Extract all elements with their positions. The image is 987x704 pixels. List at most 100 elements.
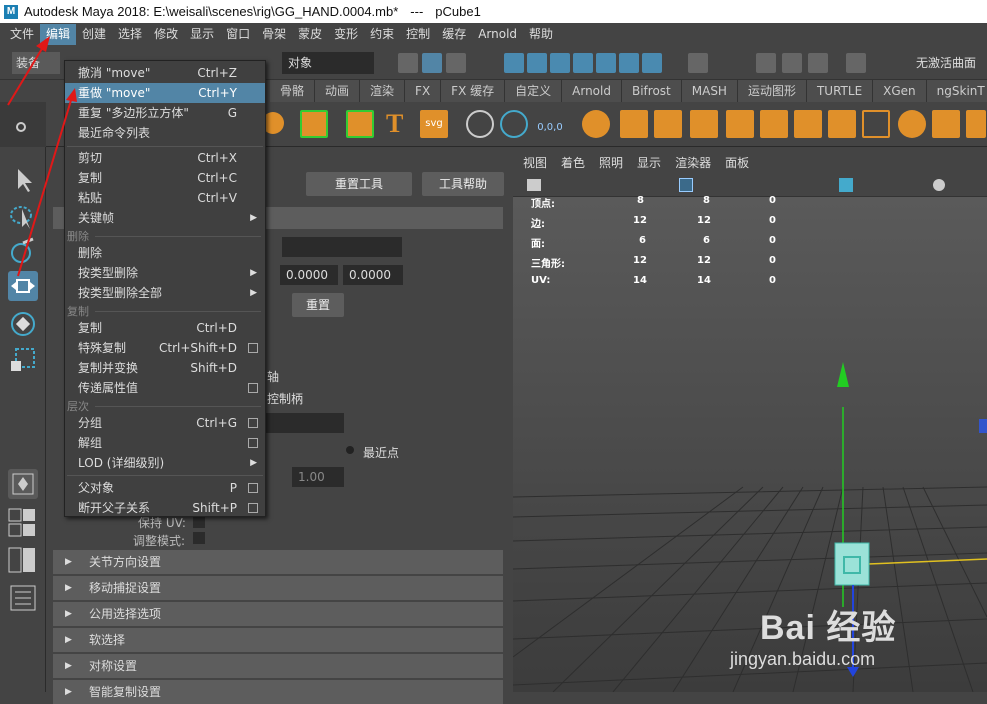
menu-constrain[interactable]: 约束 xyxy=(364,24,400,45)
menu-item-duplicate[interactable]: 复制 Ctrl+D xyxy=(65,318,265,338)
menu-item-transfer-attr[interactable]: 传递属性值 xyxy=(65,378,265,398)
cubes-icon[interactable] xyxy=(654,110,682,138)
menu-skin[interactable]: 蒙皮 xyxy=(292,24,328,45)
select-object-icon[interactable] xyxy=(422,53,442,73)
menu-item-keys[interactable]: 关键帧 ▶ xyxy=(65,208,265,228)
tab-fx-cache[interactable]: FX 缓存 xyxy=(441,80,506,102)
snap-grid-icon[interactable] xyxy=(504,53,524,73)
menu-item-delete-all-by-type[interactable]: 按类型删除全部 ▶ xyxy=(65,283,265,303)
snap-view-icon[interactable] xyxy=(573,53,593,73)
grid-toggle-icon[interactable] xyxy=(679,178,693,192)
vp-menu-renderer[interactable]: 渲染器 xyxy=(675,154,711,171)
text-field[interactable] xyxy=(266,413,344,433)
nearest-point-radio[interactable] xyxy=(346,446,354,454)
svg-icon[interactable]: svg xyxy=(420,110,448,138)
lock-icon[interactable] xyxy=(688,53,708,73)
empty-field[interactable] xyxy=(282,237,402,257)
tab-arnold[interactable]: Arnold xyxy=(562,80,622,102)
selected-cube[interactable] xyxy=(834,542,870,586)
tab-rigging[interactable]: 骨骼 xyxy=(270,80,316,102)
tab-mash[interactable]: MASH xyxy=(681,80,738,102)
section-soft-select[interactable]: ▶ 软选择 xyxy=(53,628,503,652)
menu-arnold[interactable]: Arnold xyxy=(472,24,523,45)
blocks-icon[interactable] xyxy=(620,110,648,138)
menu-item-cut[interactable]: 剪切 Ctrl+X xyxy=(65,148,265,168)
menu-item-duplicate-transform[interactable]: 复制并变换 Shift+D xyxy=(65,358,265,378)
value-field-1[interactable]: 0.0000 xyxy=(280,265,338,285)
vp-menu-show[interactable]: 显示 xyxy=(637,154,661,171)
sparkle-icon[interactable] xyxy=(346,110,374,138)
move-tool-icon[interactable] xyxy=(8,271,38,301)
snap-surface-icon[interactable] xyxy=(596,53,616,73)
menu-item-undo[interactable]: 撤消 "move" Ctrl+Z xyxy=(65,63,265,83)
reset-button[interactable]: 重置 xyxy=(292,293,344,317)
menu-modify[interactable]: 修改 xyxy=(148,24,184,45)
menu-create[interactable]: 创建 xyxy=(76,24,112,45)
tab-motion-graphics[interactable]: 运动图形 xyxy=(737,80,807,102)
camera-icon[interactable] xyxy=(527,179,541,191)
menu-item-duplicate-special[interactable]: 特殊复制 Ctrl+Shift+D xyxy=(65,338,265,358)
rotate-tool-icon[interactable] xyxy=(8,309,38,339)
menu-item-delete[interactable]: 删除 xyxy=(65,243,265,263)
value-field-2[interactable]: 0.0000 xyxy=(343,265,403,285)
menu-item-unparent[interactable]: 断开父子关系 Shift+P xyxy=(65,498,265,518)
layout-two-icon[interactable] xyxy=(8,545,38,575)
menu-control[interactable]: 控制 xyxy=(400,24,436,45)
render-view-icon[interactable] xyxy=(642,53,662,73)
object-field[interactable]: 对象 xyxy=(282,52,374,74)
tab-fx[interactable]: FX xyxy=(405,80,442,102)
lasso-tool-icon[interactable] xyxy=(8,201,38,231)
timer-icon[interactable] xyxy=(500,110,528,138)
section-move-snap[interactable]: ▶ 移动捕捉设置 xyxy=(53,576,503,600)
section-symmetry[interactable]: ▶ 对称设置 xyxy=(53,654,503,678)
menuset-dropdown[interactable]: 装备 xyxy=(12,52,60,74)
viewport-panel[interactable]: 视图 着色 照明 显示 渲染器 面板 顶点: 8 8 0 边: 12 12 0 … xyxy=(513,151,987,692)
tab-ngskin[interactable]: ngSkinT xyxy=(926,80,987,102)
select-hierarchy-icon[interactable] xyxy=(398,53,418,73)
soft-select-icon[interactable] xyxy=(782,53,802,73)
menu-file[interactable]: 文件 xyxy=(4,24,40,45)
tab-custom[interactable]: 自定义 xyxy=(505,80,563,102)
menu-window[interactable]: 窗口 xyxy=(220,24,256,45)
snap-curve-icon[interactable] xyxy=(527,53,547,73)
reflect-icon[interactable] xyxy=(808,53,828,73)
vp-menu-panels[interactable]: 面板 xyxy=(725,154,749,171)
section-smart-duplicate[interactable]: ▶ 智能复制设置 xyxy=(53,680,503,704)
wheel-icon[interactable] xyxy=(898,110,926,138)
menu-deform[interactable]: 变形 xyxy=(328,24,364,45)
snap-point-icon[interactable] xyxy=(550,53,570,73)
bounding-icon[interactable] xyxy=(862,110,890,138)
layer-icon[interactable] xyxy=(582,110,610,138)
layout-four-icon[interactable] xyxy=(8,507,38,539)
value-100-field[interactable]: 1.00 xyxy=(292,467,344,487)
reset-tool-button[interactable]: 重置工具 xyxy=(306,172,412,196)
menu-item-copy[interactable]: 复制 Ctrl+C xyxy=(65,168,265,188)
text-icon[interactable]: T xyxy=(386,110,414,138)
snowflake-icon[interactable]: 0,0,0 xyxy=(536,110,564,138)
menu-cache[interactable]: 缓存 xyxy=(436,24,472,45)
vp-menu-lighting[interactable]: 照明 xyxy=(599,154,623,171)
locator-icon[interactable] xyxy=(466,110,494,138)
tab-xgen[interactable]: XGen xyxy=(873,80,927,102)
split-icon[interactable] xyxy=(966,110,986,138)
shaded-icon[interactable] xyxy=(839,178,853,192)
box-icon[interactable] xyxy=(828,110,856,138)
menu-display[interactable]: 显示 xyxy=(184,24,220,45)
menu-item-delete-by-type[interactable]: 按类型删除 ▶ xyxy=(65,263,265,283)
menu-item-group[interactable]: 分组 Ctrl+G xyxy=(65,413,265,433)
section-common-select[interactable]: ▶ 公用选择选项 xyxy=(53,602,503,626)
gear-icon[interactable] xyxy=(16,122,26,132)
layout-single-icon[interactable] xyxy=(8,469,38,499)
vp-menu-view[interactable]: 视图 xyxy=(523,154,547,171)
x-axis-handle[interactable] xyxy=(979,419,987,433)
tab-animation[interactable]: 动画 xyxy=(315,80,361,102)
snap-vertex-icon[interactable] xyxy=(619,53,639,73)
scatter-icon[interactable] xyxy=(794,110,822,138)
menu-item-recent-commands[interactable]: 最近命令列表 xyxy=(65,123,265,143)
menu-help[interactable]: 帮助 xyxy=(523,24,559,45)
scale-tool-icon[interactable] xyxy=(8,345,38,375)
select-tool-icon[interactable] xyxy=(8,165,38,195)
menu-item-repeat[interactable]: 重复 "多边形立方体" G xyxy=(65,103,265,123)
menu-item-parent[interactable]: 父对象 P xyxy=(65,478,265,498)
menu-skeleton[interactable]: 骨架 xyxy=(256,24,292,45)
